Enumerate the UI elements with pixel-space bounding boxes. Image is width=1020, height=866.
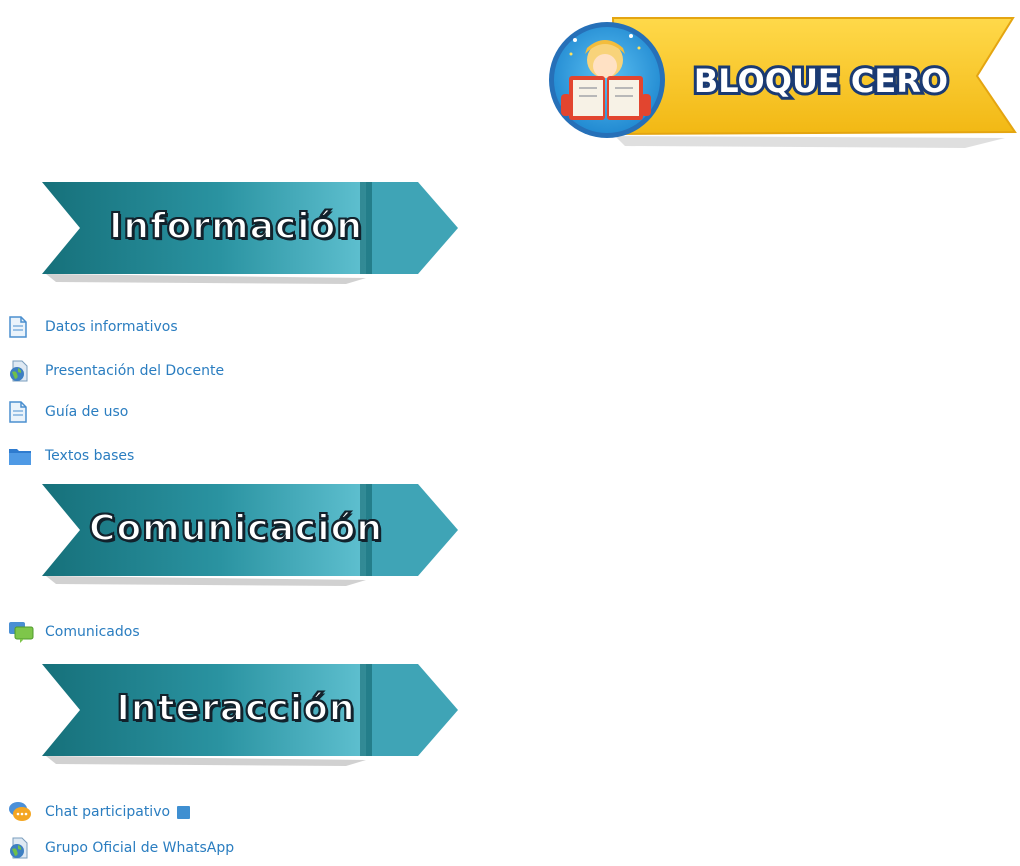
activity-comunicados[interactable]: Comunicados: [8, 620, 140, 644]
activity-textos-bases[interactable]: Textos bases: [8, 444, 134, 468]
page-icon: [8, 400, 34, 424]
activity-grupo-whatsapp[interactable]: Grupo Oficial de WhatsApp: [8, 836, 234, 860]
tablet-icon: [177, 805, 191, 819]
activity-label[interactable]: Chat participativo: [45, 804, 170, 820]
chat-icon: [8, 800, 34, 824]
activity-chat-participativo[interactable]: Chat participativo: [8, 800, 191, 824]
section-title: Información: [108, 205, 364, 248]
activity-label[interactable]: Presentación del Docente: [45, 363, 224, 379]
url-globe-icon: [8, 836, 34, 860]
activity-datos-informativos[interactable]: Datos informativos: [8, 315, 178, 339]
activity-label[interactable]: Grupo Oficial de WhatsApp: [45, 840, 234, 856]
url-globe-icon: [8, 359, 34, 383]
section-ribbon-informacion: Información: [36, 178, 466, 288]
section-ribbon-comunicacion: Comunicación: [36, 480, 466, 590]
activity-label[interactable]: Textos bases: [45, 448, 134, 464]
section-title: Comunicación: [88, 507, 383, 550]
folder-icon: [8, 444, 34, 468]
page-icon: [8, 315, 34, 339]
activity-label[interactable]: Guía de uso: [45, 404, 128, 420]
activity-guia-de-uso[interactable]: Guía de uso: [8, 400, 128, 424]
banner-title: BLOQUE CERO: [694, 62, 948, 100]
activity-label[interactable]: Datos informativos: [45, 319, 178, 335]
activity-presentacion-docente[interactable]: Presentación del Docente: [8, 359, 224, 383]
forum-icon: [8, 620, 34, 644]
section-title: Interacción: [115, 687, 356, 730]
activity-label[interactable]: Comunicados: [45, 624, 140, 640]
bloque-cero-banner: BLOQUE CERO: [535, 14, 1017, 164]
section-ribbon-interaccion: Interacción: [36, 660, 466, 770]
